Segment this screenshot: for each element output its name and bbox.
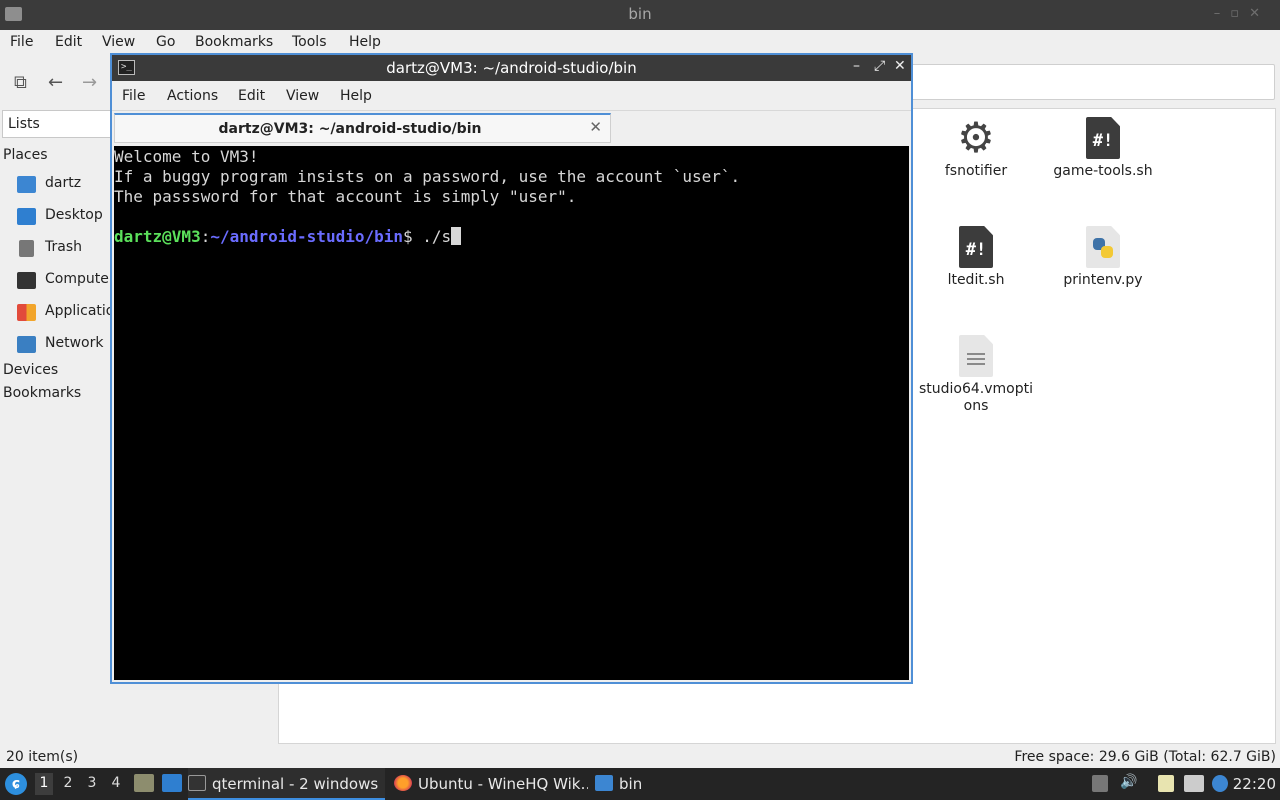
task-label: qterminal - 2 windows <box>212 775 379 793</box>
applications-icon <box>17 304 36 321</box>
terminal-menubar: File Actions Edit View Help <box>112 81 911 111</box>
workspace-1[interactable]: 1 <box>35 773 53 795</box>
file-name: studio64.vmoptions <box>918 381 1034 414</box>
task-label: bin <box>619 775 643 793</box>
terminal-menu-help[interactable]: Help <box>340 88 372 104</box>
terminal-icon <box>188 775 206 791</box>
shebang-mark: #! <box>1092 131 1114 151</box>
menu-tools[interactable]: Tools <box>292 30 327 50</box>
terminal-menu-actions[interactable]: Actions <box>167 88 218 104</box>
taskbar: ɕ 1 2 3 4 qterminal - 2 windows Ubuntu -… <box>0 768 1280 800</box>
computer-icon <box>17 272 36 289</box>
menu-go[interactable]: Go <box>156 30 175 50</box>
file-name: fsnotifier <box>944 163 1008 179</box>
trash-icon <box>19 240 34 257</box>
places-header[interactable]: Places <box>3 147 48 163</box>
clock[interactable]: 22:20 <box>1233 775 1276 793</box>
task-label: Ubuntu - WineHQ Wik… <box>418 775 588 793</box>
show-desktop-icon[interactable] <box>162 774 182 792</box>
prompt-symbol: $ <box>403 227 413 246</box>
file-item-ltedit[interactable]: #! ltedit.sh <box>911 226 1041 289</box>
terminal-output-line: The passsword for that account is simply… <box>114 187 577 206</box>
text-file-icon <box>959 335 993 377</box>
path-bar[interactable] <box>905 64 1275 100</box>
python-logo <box>1093 238 1113 258</box>
shell-script-icon: #! <box>1086 117 1120 159</box>
file-name: ltedit.sh <box>947 272 1005 288</box>
text-cursor <box>451 227 462 245</box>
python-file-icon <box>1086 226 1120 268</box>
menu-view[interactable]: View <box>102 30 135 50</box>
terminal-titlebar[interactable]: >_ dartz@VM3: ~/android-studio/bin – ⤢ ✕ <box>112 55 911 81</box>
minimize-icon[interactable]: – <box>853 58 860 74</box>
forward-icon[interactable]: → <box>82 72 97 93</box>
clipboard-icon[interactable] <box>1158 775 1174 792</box>
prompt-command: ./s <box>412 227 452 246</box>
start-menu-icon[interactable]: ɕ <box>5 773 27 795</box>
gear-icon: ⚙ <box>957 113 995 162</box>
status-bar: 20 item(s) Free space: 29.6 GiB (Total: … <box>0 746 1280 768</box>
devices-header[interactable]: Devices <box>3 362 58 378</box>
maximize-icon[interactable]: ⤢ <box>874 58 885 74</box>
free-space: Free space: 29.6 GiB (Total: 62.7 GiB) <box>1014 749 1276 765</box>
file-name: game-tools.sh <box>1053 163 1153 179</box>
terminal-title: dartz@VM3: ~/android-studio/bin <box>386 59 637 77</box>
file-item-studio64-vmoptions[interactable]: studio64.vmoptions <box>916 335 1036 415</box>
tray-arrow-icon[interactable] <box>1092 775 1108 792</box>
home-folder-icon <box>17 176 36 193</box>
terminal-screen[interactable]: Welcome to VM3! If a buggy program insis… <box>114 146 909 680</box>
terminal-prompt-line: dartz@VM3:~/android-studio/bin$ ./s <box>114 227 909 247</box>
file-manager-titlebar: bin –▫✕ <box>0 0 1280 30</box>
file-item-printenv[interactable]: printenv.py <box>1038 226 1168 289</box>
terminal-output-line: Welcome to VM3! <box>114 147 259 166</box>
terminal-menu-file[interactable]: File <box>122 88 145 104</box>
volume-icon[interactable]: 🔊 <box>1120 774 1137 791</box>
window-controls[interactable]: –▫✕ <box>1214 6 1270 21</box>
terminal-output-line: If a buggy program insists on a password… <box>114 167 741 186</box>
bookmarks-header[interactable]: Bookmarks <box>3 385 81 401</box>
task-file-manager[interactable]: bin <box>595 768 655 800</box>
new-tab-icon[interactable]: ⧉ <box>14 72 27 93</box>
network-status-icon[interactable] <box>1184 775 1204 792</box>
file-item-fsnotifier[interactable]: ⚙ fsnotifier <box>911 117 1041 180</box>
firefox-icon <box>394 775 412 791</box>
file-manager-title: bin <box>628 5 652 23</box>
sidebar-item-label: Trash <box>45 239 82 255</box>
sidebar-item-label: Computer <box>45 271 115 287</box>
terminal-menu-edit[interactable]: Edit <box>238 88 265 104</box>
terminal-window: >_ dartz@VM3: ~/android-studio/bin – ⤢ ✕… <box>110 53 913 684</box>
desktop-icon <box>17 208 36 225</box>
sidebar-item-label: Network <box>45 335 104 351</box>
menu-edit[interactable]: Edit <box>55 30 82 50</box>
shell-script-icon: #! <box>959 226 993 268</box>
shebang-mark: #! <box>965 240 987 260</box>
file-name: printenv.py <box>1063 272 1143 288</box>
menu-help[interactable]: Help <box>349 30 381 50</box>
workspace-3[interactable]: 3 <box>83 775 101 791</box>
network-icon <box>17 336 36 353</box>
update-notifier-icon[interactable] <box>1212 775 1228 792</box>
prompt-user-host: dartz@VM3 <box>114 227 201 246</box>
folder-icon <box>595 775 613 791</box>
workspace-2[interactable]: 2 <box>59 775 77 791</box>
prompt-path: ~/android-studio/bin <box>210 227 403 246</box>
task-qterminal[interactable]: qterminal - 2 windows <box>188 768 385 800</box>
menu-file[interactable]: File <box>10 30 33 50</box>
file-manager-launcher-icon[interactable] <box>134 774 154 792</box>
menu-bookmarks[interactable]: Bookmarks <box>195 30 273 50</box>
close-icon[interactable]: ✕ <box>894 58 906 74</box>
workspace-4[interactable]: 4 <box>107 775 125 791</box>
close-tab-icon[interactable]: ✕ <box>589 118 602 136</box>
sidebar-item-label: Desktop <box>45 207 103 223</box>
terminal-tab-label: dartz@VM3: ~/android-studio/bin <box>218 121 482 137</box>
terminal-tab[interactable]: dartz@VM3: ~/android-studio/bin ✕ <box>114 113 611 143</box>
terminal-menu-view[interactable]: View <box>286 88 319 104</box>
file-item-game-tools[interactable]: #! game-tools.sh <box>1038 117 1168 180</box>
back-icon[interactable]: ← <box>48 72 63 93</box>
item-count: 20 item(s) <box>6 749 79 765</box>
sidebar-item-label: dartz <box>45 175 82 191</box>
task-firefox[interactable]: Ubuntu - WineHQ Wik… <box>394 768 588 800</box>
prompt-separator: : <box>200 227 211 246</box>
